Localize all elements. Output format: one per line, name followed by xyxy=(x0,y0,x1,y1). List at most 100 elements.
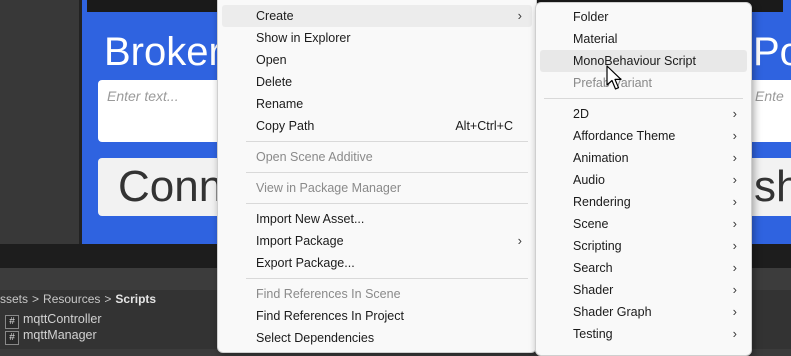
broker-label: Broker xyxy=(104,30,222,74)
chevron-right-icon: › xyxy=(732,106,737,121)
menu-item-label: Import Package xyxy=(256,234,344,248)
submenu-item-label: MonoBehaviour Script xyxy=(573,54,696,68)
menu-item-label: Open Scene Additive xyxy=(256,150,373,164)
broker-input[interactable]: Enter text... xyxy=(98,80,222,142)
submenu-item-label: Material xyxy=(573,32,618,46)
menu-item-show-in-explorer[interactable]: Show in Explorer xyxy=(222,27,532,49)
menu-item-label: Export Package... xyxy=(256,256,355,270)
file-item-mqttcontroller[interactable]: # mqttController xyxy=(5,312,102,329)
menu-item-label: Show in Explorer xyxy=(256,31,351,45)
shortcut-label: Alt+Ctrl+C xyxy=(455,119,513,133)
chevron-right-icon: › xyxy=(517,8,522,23)
menu-separator xyxy=(246,141,528,142)
menu-item-label: Select Dependencies xyxy=(256,331,375,345)
menu-item-open-scene-additive: Open Scene Additive xyxy=(222,146,532,168)
chevron-right-icon: › xyxy=(732,282,737,297)
menu-item-label: Create xyxy=(256,9,294,23)
submenu-item-2d[interactable]: 2D › xyxy=(540,103,747,125)
menu-item-label: Import New Asset... xyxy=(256,212,365,226)
submenu-item-monobehaviour-script[interactable]: MonoBehaviour Script xyxy=(540,50,747,72)
submenu-item-label: Animation xyxy=(573,151,629,165)
csharp-script-icon: # xyxy=(5,315,19,329)
chevron-right-icon: › xyxy=(732,150,737,165)
menu-item-rename[interactable]: Rename xyxy=(222,93,532,115)
submenu-item-folder[interactable]: Folder xyxy=(540,6,747,28)
port-input-placeholder: Ente xyxy=(755,88,784,104)
submenu-item-scripting[interactable]: Scripting › xyxy=(540,235,747,257)
submenu-item-label: Rendering xyxy=(573,195,631,209)
file-name: mqttManager xyxy=(23,328,97,342)
submenu-item-label: Scene xyxy=(573,217,609,231)
menu-item-label: Rename xyxy=(256,97,304,111)
chevron-right-icon: › xyxy=(732,260,737,275)
breadcrumb-assets[interactable]: ssets xyxy=(0,292,28,306)
submenu-item-animation[interactable]: Animation › xyxy=(540,147,747,169)
chevron-right-icon: › xyxy=(732,238,737,253)
chevron-right-icon: › xyxy=(517,233,522,248)
chevron-right-icon: › xyxy=(732,128,737,143)
menu-item-find-references-in-project[interactable]: Find References In Project xyxy=(222,305,532,327)
menu-separator xyxy=(246,172,528,173)
submenu-item-label: Affordance Theme xyxy=(573,129,676,143)
hierarchy-panel xyxy=(0,0,79,244)
submenu-item-affordance-theme[interactable]: Affordance Theme › xyxy=(540,125,747,147)
menu-item-import-package[interactable]: Import Package › xyxy=(222,230,532,252)
create-submenu: Folder Material MonoBehaviour Script Pre… xyxy=(535,2,752,356)
menu-item-view-in-package-manager: View in Package Manager xyxy=(222,177,532,199)
submenu-item-material[interactable]: Material xyxy=(540,28,747,50)
csharp-script-icon: # xyxy=(5,331,19,345)
submenu-item-search[interactable]: Search › xyxy=(540,257,747,279)
chevron-right-icon: › xyxy=(732,194,737,209)
menu-item-select-dependencies[interactable]: Select Dependencies xyxy=(222,327,532,349)
chevron-right-icon: › xyxy=(732,216,737,231)
connect-button-label: Conn xyxy=(118,162,224,211)
submenu-item-label: Folder xyxy=(573,10,609,24)
breadcrumb-scripts[interactable]: Scripts xyxy=(115,292,156,306)
submenu-item-label: Testing xyxy=(573,327,613,341)
chevron-right-icon: › xyxy=(732,326,737,341)
menu-item-find-references-in-scene: Find References In Scene xyxy=(222,283,532,305)
submenu-item-prefab-variant: Prefab Variant xyxy=(540,72,747,94)
file-item-mqttmanager[interactable]: # mqttManager xyxy=(5,328,97,345)
menu-item-create[interactable]: Create › xyxy=(222,5,532,27)
submenu-item-shader-graph[interactable]: Shader Graph › xyxy=(540,301,747,323)
panel-divider[interactable] xyxy=(79,0,82,244)
menu-item-export-package[interactable]: Export Package... xyxy=(222,252,532,274)
submenu-item-label: Search xyxy=(573,261,613,275)
menu-separator xyxy=(246,203,528,204)
submenu-item-shader[interactable]: Shader › xyxy=(540,279,747,301)
mouse-cursor-icon xyxy=(606,65,622,90)
menu-item-label: Delete xyxy=(256,75,293,89)
submenu-item-label: Shader xyxy=(573,283,614,297)
submenu-item-label: Scripting xyxy=(573,239,622,253)
connect-button[interactable]: Conn xyxy=(98,158,224,216)
menu-separator xyxy=(544,98,743,99)
submenu-item-label: Audio xyxy=(573,173,605,187)
breadcrumb-resources[interactable]: Resources xyxy=(43,292,100,306)
menu-item-open[interactable]: Open xyxy=(222,49,532,71)
breadcrumb: ssets > Resources > Scripts xyxy=(0,292,156,306)
breadcrumb-separator: > xyxy=(32,292,40,306)
breadcrumb-separator: > xyxy=(104,292,112,306)
submenu-item-rendering[interactable]: Rendering › xyxy=(540,191,747,213)
menu-item-label: Copy Path xyxy=(256,119,315,133)
file-name: mqttController xyxy=(23,312,102,326)
menu-item-label: Open xyxy=(256,53,287,67)
chevron-right-icon: › xyxy=(732,304,737,319)
chevron-right-icon: › xyxy=(732,172,737,187)
port-input[interactable]: Ente xyxy=(746,80,791,142)
menu-item-delete[interactable]: Delete xyxy=(222,71,532,93)
menu-item-label: Find References In Scene xyxy=(256,287,401,301)
submenu-item-audio[interactable]: Audio › xyxy=(540,169,747,191)
broker-input-placeholder: Enter text... xyxy=(107,88,179,104)
menu-item-import-new-asset[interactable]: Import New Asset... xyxy=(222,208,532,230)
submenu-item-scene[interactable]: Scene › xyxy=(540,213,747,235)
submenu-item-testing[interactable]: Testing › xyxy=(540,323,747,345)
menu-item-label: View in Package Manager xyxy=(256,181,401,195)
publish-button[interactable]: sh xyxy=(746,158,791,216)
submenu-item-label: 2D xyxy=(573,107,589,121)
publish-button-label: sh xyxy=(754,162,791,211)
menu-item-label: Find References In Project xyxy=(256,309,404,323)
menu-item-copy-path[interactable]: Copy Path Alt+Ctrl+C xyxy=(222,115,532,137)
context-menu: Create › Show in Explorer Open Delete Re… xyxy=(217,0,537,353)
